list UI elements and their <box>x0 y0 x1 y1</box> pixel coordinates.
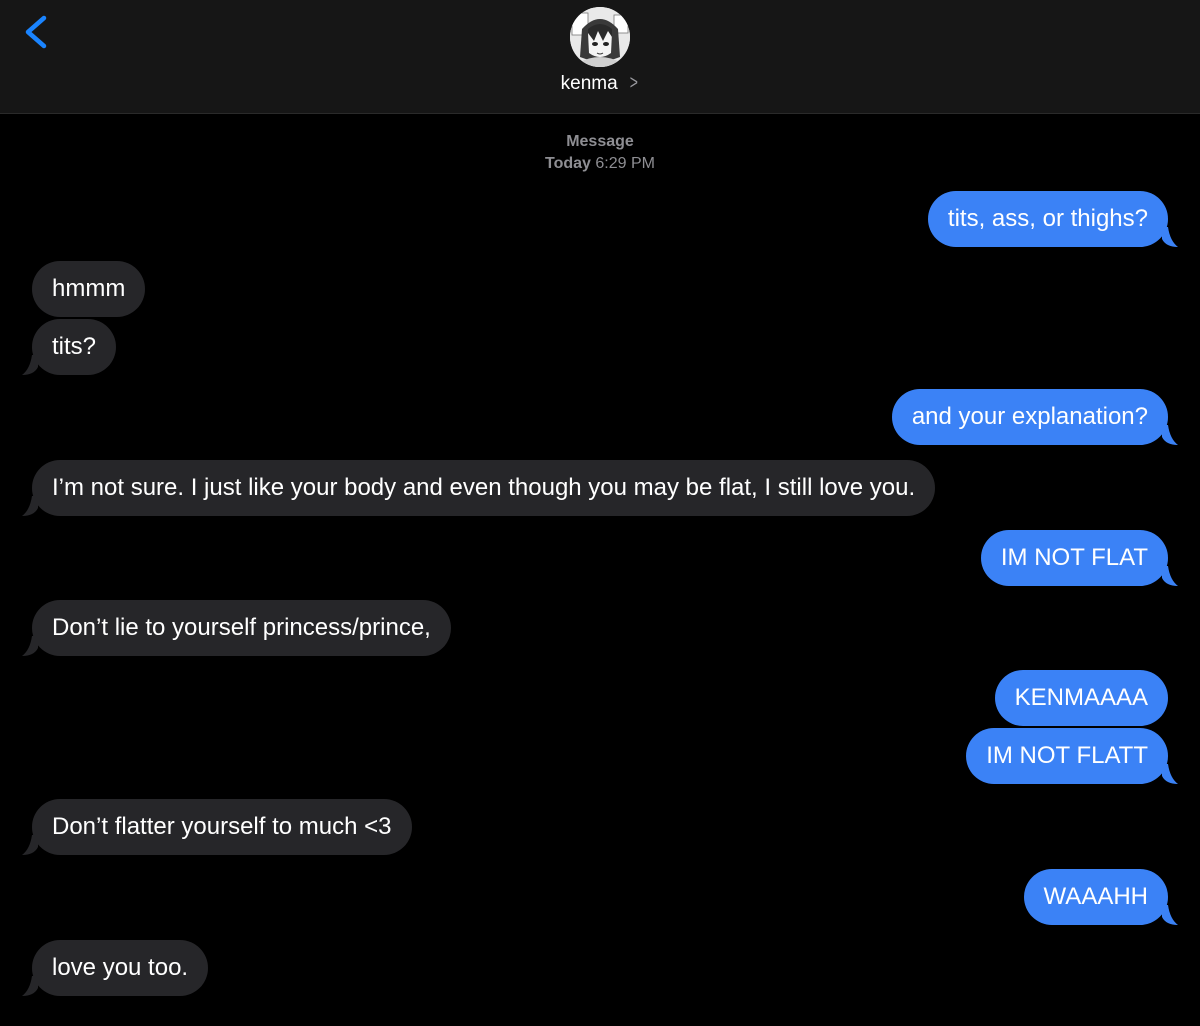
bubble-tail <box>1162 425 1178 445</box>
message-text: and your explanation? <box>911 403 1148 430</box>
bubble-tail <box>22 636 38 656</box>
message-text: IM NOT FLATT <box>986 742 1148 769</box>
contact-name: kenma <box>560 73 618 94</box>
chevron-right-icon: > <box>629 72 638 94</box>
chevron-left-icon <box>25 15 47 49</box>
message-text: tits, ass, or thighs? <box>947 205 1148 232</box>
message-text: KENMAAAA <box>1014 684 1148 711</box>
message-bubble-received[interactable]: love you too. <box>32 940 209 996</box>
message-bubble-sent[interactable]: WAAAHH <box>1023 869 1168 925</box>
message-bubble-received[interactable]: hmmm <box>32 261 146 317</box>
message-text: WAAAHH <box>1043 883 1148 910</box>
message-bubble-received[interactable]: Don’t lie to yourself princess/prince, <box>32 600 451 656</box>
message-bubble-sent[interactable]: and your explanation? <box>891 389 1168 445</box>
timestamp-day: Today <box>545 155 591 172</box>
message-text: love you too. <box>52 954 189 981</box>
message-bubble-sent[interactable]: KENMAAAA <box>994 670 1168 726</box>
bubble-tail <box>22 835 38 855</box>
message-bubble-sent[interactable]: IM NOT FLAT <box>980 530 1168 586</box>
bubble-tail <box>1162 227 1178 247</box>
timestamp: Today 6:29 PM <box>0 155 1200 173</box>
avatar-image <box>570 7 630 67</box>
bubble-tail <box>22 496 38 516</box>
message-bubble-received[interactable]: tits? <box>32 319 117 375</box>
message-text: hmmm <box>52 275 126 302</box>
bubble-tail <box>1162 905 1178 925</box>
message-text: I’m not sure. I just like your body and … <box>52 474 916 501</box>
conversation-header: kenma > <box>0 0 1200 114</box>
message-text: Don’t flatter yourself to much <3 <box>52 813 392 840</box>
message-bubble-sent[interactable]: tits, ass, or thighs? <box>927 191 1168 247</box>
bubble-tail <box>22 976 38 996</box>
timestamp-time: 6:29 PM <box>595 155 655 172</box>
bubble-tail <box>22 355 38 375</box>
back-button[interactable] <box>18 8 58 56</box>
bubble-tail <box>1162 566 1178 586</box>
message-text: tits? <box>52 333 97 360</box>
bubble-tail <box>1162 764 1178 784</box>
message-text: IM NOT FLAT <box>1000 544 1148 571</box>
avatar[interactable] <box>570 7 630 67</box>
message-bubble-received[interactable]: Don’t flatter yourself to much <3 <box>32 799 412 855</box>
message-bubble-received[interactable]: I’m not sure. I just like your body and … <box>32 460 936 516</box>
message-text: Don’t lie to yourself princess/prince, <box>52 614 431 641</box>
service-text: Message <box>566 133 634 150</box>
contact-name-button[interactable]: kenma > <box>0 72 1200 95</box>
service-label: Message <box>0 133 1200 151</box>
message-bubble-sent[interactable]: IM NOT FLATT <box>966 728 1168 784</box>
